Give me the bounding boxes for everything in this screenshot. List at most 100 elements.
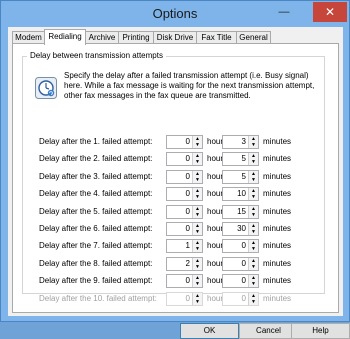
close-icon[interactable]: ✕: [313, 2, 347, 22]
delay-row-4: Delay after the 4. failed attempt: 0 ▲ ▼ hou…: [23, 187, 323, 202]
hours-value[interactable]: 0: [186, 189, 190, 198]
minimize-icon[interactable]: —: [271, 2, 297, 22]
dialog-body: Modem Redialing Archive Printing Disk Dr…: [8, 27, 350, 339]
minutes-unit-label: minutes: [263, 154, 292, 164]
minutes-unit-label: minutes: [263, 241, 292, 251]
hours-value[interactable]: 1: [186, 241, 190, 250]
minutes-value[interactable]: 3: [242, 137, 246, 146]
minutes-spinner[interactable]: 0 ▲ ▼: [222, 256, 259, 271]
cancel-button[interactable]: Cancel: [239, 323, 298, 339]
hours-value[interactable]: 0: [186, 172, 190, 181]
delay-row-7: Delay after the 7. failed attempt: 1 ▲ ▼ hou…: [23, 239, 323, 254]
minutes-spinner[interactable]: 0 ▲ ▼: [222, 274, 259, 289]
delay-label: Delay after the 7. failed attempt:: [39, 241, 153, 251]
minutes-unit-label: minutes: [263, 276, 292, 286]
minutes-value[interactable]: 0: [242, 294, 246, 303]
hours-spinner[interactable]: 0 ▲ ▼: [166, 274, 203, 289]
hours-spinner[interactable]: 1 ▲ ▼: [166, 239, 203, 254]
spin-down-icon[interactable]: ▼: [249, 229, 258, 235]
delay-group: Delay between transmission attempts Spec…: [22, 51, 325, 306]
spin-down-icon[interactable]: ▼: [193, 194, 202, 200]
delay-label: Delay after the 2. failed attempt:: [39, 154, 153, 164]
help-button[interactable]: Help: [291, 323, 350, 339]
hours-value[interactable]: 2: [186, 259, 190, 268]
minutes-unit-label: minutes: [263, 137, 292, 146]
minutes-value[interactable]: 0: [242, 259, 246, 268]
tab-redialing[interactable]: Redialing: [44, 29, 86, 45]
delay-label: Delay after the 1. failed attempt:: [39, 137, 153, 146]
hours-spinner[interactable]: 0 ▲ ▼: [166, 187, 203, 202]
minutes-unit-label: minutes: [263, 224, 292, 233]
spin-down-icon[interactable]: ▼: [249, 194, 258, 200]
minutes-spinner[interactable]: 3 ▲ ▼: [222, 135, 259, 149]
hours-spinner[interactable]: 0 ▲ ▼: [166, 169, 203, 184]
group-title: Delay between transmission attempts: [27, 51, 166, 60]
delay-label: Delay after the 8. failed attempt:: [39, 258, 153, 268]
spin-down-icon[interactable]: ▼: [193, 177, 202, 183]
spin-down-icon[interactable]: ▼: [249, 299, 258, 305]
hours-value[interactable]: 0: [186, 224, 190, 233]
description-text: Specify the delay after a failed transmi…: [64, 71, 315, 100]
hours-value[interactable]: 0: [186, 276, 190, 285]
delay-row-10: Delay after the 10. failed attempt: 0 ▲ ▼ ho…: [23, 291, 323, 306]
minutes-unit-label: minutes: [263, 293, 292, 303]
delay-row-9: Delay after the 9. failed attempt: 0 ▲ ▼ hou…: [23, 274, 323, 289]
redialing-tab-panel: Delay between transmission attempts Spec…: [12, 43, 339, 313]
hours-spinner[interactable]: 0 ▲ ▼: [166, 204, 203, 219]
minutes-spinner[interactable]: 5 ▲ ▼: [222, 169, 259, 184]
delay-label: Delay after the 3. failed attempt:: [39, 171, 153, 181]
delay-row-3: Delay after the 3. failed attempt: 0 ▲ ▼ hou…: [23, 169, 323, 184]
minutes-unit-label: minutes: [263, 171, 292, 181]
delay-row-6: Delay after the 6. failed attempt: 0 ▲ ▼ hou…: [23, 222, 323, 236]
spin-down-icon[interactable]: ▼: [193, 212, 202, 218]
hours-spinner[interactable]: 0 ▲ ▼: [166, 135, 203, 149]
hours-value[interactable]: 0: [186, 137, 190, 146]
hours-value[interactable]: 0: [186, 207, 190, 216]
minutes-value[interactable]: 0: [242, 241, 246, 250]
minutes-spinner[interactable]: 30 ▲ ▼: [222, 222, 259, 236]
minutes-value[interactable]: 10: [237, 189, 246, 198]
minutes-value[interactable]: 0: [242, 276, 246, 285]
delay-row-5: Delay after the 5. failed attempt: 0 ▲ ▼ hou…: [23, 204, 323, 219]
spin-down-icon[interactable]: ▼: [193, 281, 202, 287]
spin-down-icon[interactable]: ▼: [249, 177, 258, 183]
minutes-spinner[interactable]: 5 ▲ ▼: [222, 152, 259, 167]
spin-down-icon[interactable]: ▼: [249, 159, 258, 165]
title-bar[interactable]: Options — ✕: [1, 1, 349, 27]
hours-spinner[interactable]: 0 ▲ ▼: [166, 291, 203, 306]
spin-down-icon[interactable]: ▼: [193, 264, 202, 270]
delay-label: Delay after the 6. failed attempt:: [39, 224, 153, 233]
minutes-value[interactable]: 5: [242, 154, 246, 163]
minutes-unit-label: minutes: [263, 206, 292, 216]
spin-down-icon[interactable]: ▼: [249, 246, 258, 252]
spin-down-icon[interactable]: ▼: [249, 212, 258, 218]
spin-down-icon[interactable]: ▼: [193, 299, 202, 305]
delay-row-2: Delay after the 2. failed attempt: 0 ▲ ▼ hou…: [23, 152, 323, 167]
hours-spinner[interactable]: 0 ▲ ▼: [166, 152, 203, 167]
options-dialog: Options — ✕ Modem Redialing Archive Prin…: [0, 0, 350, 339]
minutes-unit-label: minutes: [263, 258, 292, 268]
delay-label: Delay after the 5. failed attempt:: [39, 206, 153, 216]
minutes-value[interactable]: 30: [237, 224, 246, 233]
hours-value[interactable]: 0: [186, 154, 190, 163]
hours-spinner[interactable]: 2 ▲ ▼: [166, 256, 203, 271]
ok-button[interactable]: OK: [180, 323, 239, 339]
delay-label: Delay after the 9. failed attempt:: [39, 276, 153, 286]
minutes-spinner[interactable]: 10 ▲ ▼: [222, 187, 259, 202]
spin-down-icon[interactable]: ▼: [193, 159, 202, 165]
minutes-unit-label: minutes: [263, 189, 292, 199]
spin-down-icon[interactable]: ▼: [193, 246, 202, 252]
hours-spinner[interactable]: 0 ▲ ▼: [166, 222, 203, 236]
minutes-value[interactable]: 5: [242, 172, 246, 181]
spin-down-icon[interactable]: ▼: [193, 142, 202, 148]
delay-row-8: Delay after the 8. failed attempt: 2 ▲ ▼ hou…: [23, 256, 323, 271]
spin-down-icon[interactable]: ▼: [249, 142, 258, 148]
minutes-spinner[interactable]: 0 ▲ ▼: [222, 291, 259, 306]
spin-down-icon[interactable]: ▼: [249, 264, 258, 270]
spin-down-icon[interactable]: ▼: [193, 229, 202, 235]
minutes-spinner[interactable]: 0 ▲ ▼: [222, 239, 259, 254]
hours-value[interactable]: 0: [186, 294, 190, 303]
minutes-value[interactable]: 15: [237, 207, 246, 216]
minutes-spinner[interactable]: 15 ▲ ▼: [222, 204, 259, 219]
spin-down-icon[interactable]: ▼: [249, 281, 258, 287]
